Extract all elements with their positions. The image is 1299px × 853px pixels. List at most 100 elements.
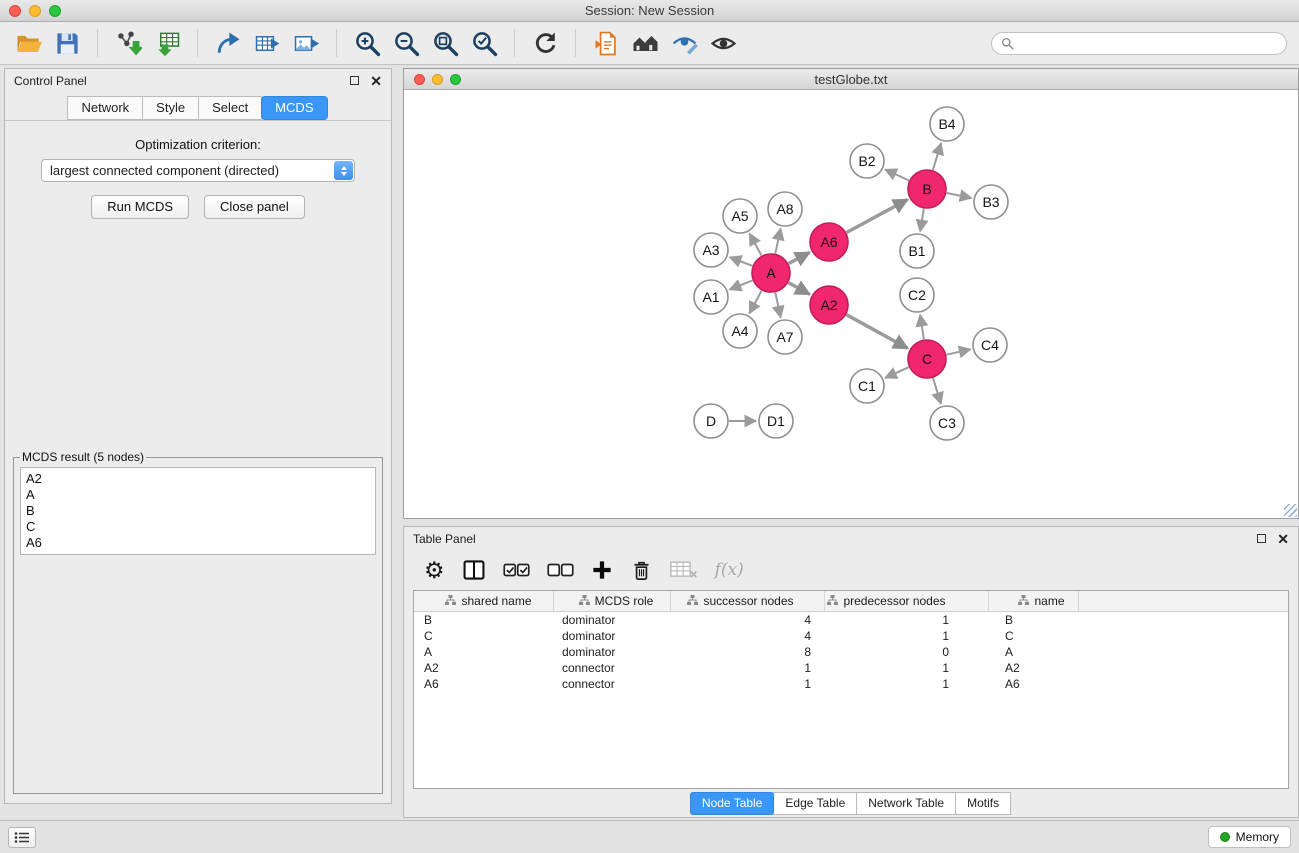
zoom-out-button[interactable]	[390, 27, 422, 59]
mcds-result-item[interactable]: C	[26, 519, 370, 535]
delete-table-button[interactable]	[670, 559, 698, 581]
minimize-window-button[interactable]	[29, 5, 41, 17]
graph-node-A5[interactable]: A5	[723, 199, 757, 233]
graph-edge-A-A7[interactable]	[775, 293, 780, 318]
open-session-button[interactable]	[12, 27, 44, 59]
table-settings-button[interactable]: ⚙	[424, 559, 445, 582]
task-history-button[interactable]	[8, 827, 36, 848]
run-mcds-button[interactable]: Run MCDS	[91, 195, 189, 219]
delete-column-button[interactable]	[630, 559, 653, 582]
tab-mcds[interactable]: MCDS	[261, 96, 327, 120]
graph-node-C[interactable]: C	[908, 340, 946, 378]
graph-node-C2[interactable]: C2	[900, 278, 934, 312]
graph-edge-A2-C[interactable]	[847, 315, 908, 349]
close-table-panel-icon[interactable]: ✕	[1277, 534, 1289, 544]
zoom-fit-button[interactable]	[429, 27, 461, 59]
mcds-result-item[interactable]: A	[26, 487, 370, 503]
annotation-mode-button[interactable]	[668, 27, 700, 59]
tab-network[interactable]: Network	[67, 96, 143, 120]
network-close-button[interactable]	[414, 74, 425, 85]
zoom-window-button[interactable]	[49, 5, 61, 17]
apply-layout-button[interactable]	[529, 27, 561, 59]
graph-edge-B-B4[interactable]	[933, 143, 941, 170]
network-zoom-button[interactable]	[450, 74, 461, 85]
close-panel-button[interactable]: Close panel	[204, 195, 305, 219]
export-network-button[interactable]	[212, 27, 244, 59]
graph-node-C4[interactable]: C4	[973, 328, 1007, 362]
graph-node-B1[interactable]: B1	[900, 234, 934, 268]
mcds-result-item[interactable]: B	[26, 503, 370, 519]
table-row[interactable]: Adominator80A	[414, 644, 1288, 660]
graph-node-D1[interactable]: D1	[759, 404, 793, 438]
float-panel-icon[interactable]	[350, 76, 359, 85]
select-all-button[interactable]	[503, 562, 530, 578]
graph-node-A3[interactable]: A3	[694, 233, 728, 267]
session-report-button[interactable]	[590, 27, 622, 59]
search-input[interactable]	[1019, 36, 1277, 50]
zoom-in-button[interactable]	[351, 27, 383, 59]
tab-network-table[interactable]: Network Table	[856, 792, 956, 815]
graph-node-C3[interactable]: C3	[930, 406, 964, 440]
graph-node-B[interactable]: B	[908, 170, 946, 208]
graph-node-A[interactable]: A	[752, 254, 790, 292]
graph-node-B4[interactable]: B4	[930, 107, 964, 141]
optimization-criterion-dropdown[interactable]: largest connected component (directed)	[41, 159, 355, 182]
function-builder-button[interactable]: f(x)	[715, 560, 744, 580]
close-panel-icon[interactable]: ✕	[370, 76, 382, 86]
table-row[interactable]: A2connector11A2	[414, 660, 1288, 676]
close-window-button[interactable]	[9, 5, 21, 17]
mcds-result-item[interactable]: A6	[26, 535, 370, 551]
network-minimize-button[interactable]	[432, 74, 443, 85]
table-row[interactable]: A6connector11A6	[414, 676, 1288, 692]
horizontal-splitter[interactable]	[403, 519, 1299, 526]
memory-button[interactable]: Memory	[1208, 826, 1291, 848]
graph-edge-C-C4[interactable]	[947, 349, 971, 354]
graph-edge-B-B1[interactable]	[920, 209, 924, 232]
graph-node-B2[interactable]: B2	[850, 144, 884, 178]
save-session-button[interactable]	[51, 27, 83, 59]
graph-node-A1[interactable]: A1	[694, 280, 728, 314]
window-resize-handle[interactable]	[1284, 504, 1297, 517]
birds-eye-view-button[interactable]	[707, 27, 739, 59]
graph-node-A4[interactable]: A4	[723, 314, 757, 348]
graph-edge-A-A3[interactable]	[730, 257, 753, 266]
float-table-panel-icon[interactable]	[1257, 534, 1266, 543]
graph-node-D[interactable]: D	[694, 404, 728, 438]
show-columns-button[interactable]	[462, 558, 486, 582]
graph-node-B3[interactable]: B3	[974, 185, 1008, 219]
zoom-selected-button[interactable]	[468, 27, 500, 59]
tab-edge-table[interactable]: Edge Table	[773, 792, 857, 815]
network-canvas[interactable]: B4B2BB3A8A5A6A3B1AC2A1A2A4A7C4CC1DD1C3	[404, 90, 1298, 518]
tab-node-table[interactable]: Node Table	[690, 792, 775, 815]
column-header-name[interactable]: name	[989, 591, 1079, 611]
graph-edge-C-C2[interactable]	[920, 315, 924, 339]
graph-edge-A-A4[interactable]	[749, 291, 761, 314]
column-header-successor-nodes[interactable]: successor nodes	[671, 591, 825, 611]
deselect-all-button[interactable]	[547, 562, 574, 578]
graph-edge-B-B2[interactable]	[885, 170, 909, 181]
graph-edge-A-A5[interactable]	[750, 234, 762, 256]
graph-edge-C-C3[interactable]	[933, 378, 941, 404]
graph-node-A8[interactable]: A8	[768, 192, 802, 226]
column-header-mcds-role[interactable]: MCDS role	[554, 591, 671, 611]
graph-node-A7[interactable]: A7	[768, 320, 802, 354]
table-row[interactable]: Cdominator41C	[414, 628, 1288, 644]
export-table-button[interactable]	[251, 27, 283, 59]
column-header-predecessor-nodes[interactable]: predecessor nodes	[825, 591, 989, 611]
graph-edge-A-A8[interactable]	[775, 229, 780, 254]
show-all-views-button[interactable]	[629, 27, 661, 59]
tab-motifs[interactable]: Motifs	[955, 792, 1011, 815]
table-row[interactable]: Bdominator41B	[414, 612, 1288, 628]
graph-edge-A-A2[interactable]	[789, 283, 810, 295]
import-network-file-button[interactable]	[112, 27, 144, 59]
graph-edge-C-C1[interactable]	[885, 367, 909, 378]
graph-node-C1[interactable]: C1	[850, 369, 884, 403]
graph-node-A6[interactable]: A6	[810, 223, 848, 261]
tab-select[interactable]: Select	[198, 96, 262, 120]
graph-edge-A-A1[interactable]	[730, 280, 753, 289]
mcds-result-item[interactable]: A2	[26, 471, 370, 487]
tab-style[interactable]: Style	[142, 96, 199, 120]
column-header-shared-name[interactable]: shared name	[414, 591, 554, 611]
graph-edge-A6-B[interactable]	[847, 200, 908, 233]
export-image-button[interactable]	[290, 27, 322, 59]
